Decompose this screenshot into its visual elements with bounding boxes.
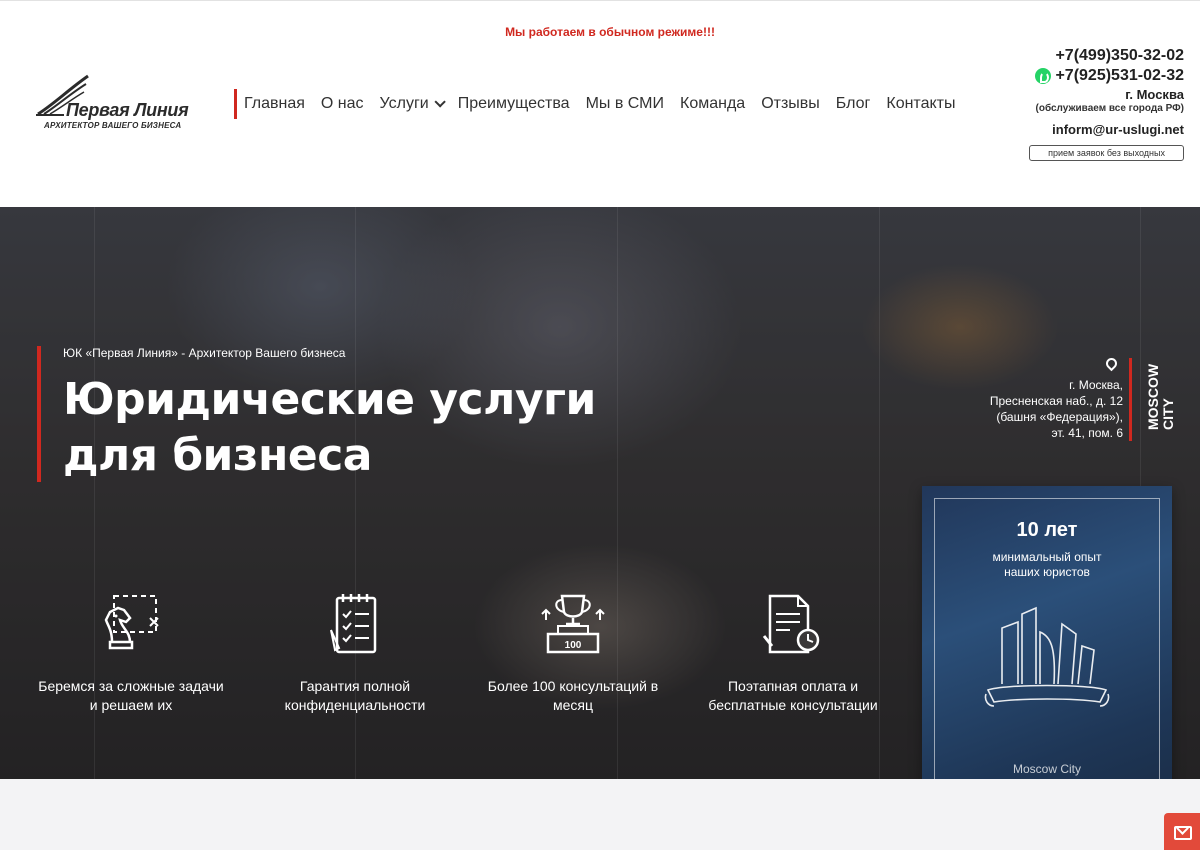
- feature-line-1: Более 100 консультаций в: [487, 678, 659, 694]
- header-contacts: +7(499)350-32-02 +7(925)531-02-32 г. Мос…: [964, 46, 1184, 161]
- feature-line-1: Гарантия полной: [299, 678, 411, 694]
- feature-payment: Поэтапная оплата и бесплатные консультац…: [683, 590, 903, 715]
- all-cities-note: (обслуживаем все города РФ): [1035, 103, 1185, 114]
- chess-knight-icon: [104, 595, 159, 650]
- feature-label: Гарантия полной конфиденциальности: [245, 677, 465, 715]
- moscow-city-skyline-icon: [984, 606, 1110, 707]
- nav-item-advantages[interactable]: Преимущества: [458, 95, 570, 113]
- phone-2: +7(925)531-02-32: [1055, 67, 1184, 84]
- address-line-2: Пресненская наб., д. 12: [989, 394, 1123, 408]
- hero-title-line-1: Юридические услуги: [63, 374, 596, 425]
- nav-item-home[interactable]: Главная: [244, 95, 305, 113]
- trophy-icon: 100: [541, 594, 605, 654]
- address-line-3: (башня «Федерация»),: [996, 410, 1123, 424]
- nav-item-about[interactable]: О нас: [321, 95, 364, 113]
- map-pin-icon: [1103, 355, 1120, 372]
- top-border: [0, 0, 1200, 4]
- bottom-section: [0, 779, 1200, 850]
- moscow-city-line-1: MOSCOW: [1145, 363, 1161, 430]
- nav-item-services-label: Услуги: [379, 95, 429, 112]
- hero-title: Юридические услуги для бизнеса: [63, 372, 596, 484]
- address-line-4: эт. 41, пом. 6: [1051, 426, 1123, 440]
- address-line-1: г. Москва,: [1069, 378, 1123, 392]
- nav-item-reviews[interactable]: Отзывы: [761, 95, 820, 113]
- feature-line-2: месяц: [552, 697, 593, 713]
- nav-item-blog[interactable]: Блог: [836, 95, 871, 113]
- feature-line-2: конфиденциальности: [284, 697, 426, 713]
- hero-title-line-2: для бизнеса: [63, 430, 372, 481]
- email-link[interactable]: inform@ur-uslugi.net: [964, 122, 1184, 137]
- feature-label: Поэтапная оплата и бесплатные консультац…: [683, 677, 903, 715]
- office-address: г. Москва, Пресненская наб., д. 12 (башн…: [972, 355, 1132, 441]
- checklist-icon: [330, 594, 377, 654]
- feature-label: Беремся за сложные задачи и решаем их: [21, 677, 241, 715]
- document-clock-icon: [762, 594, 820, 654]
- hero-kicker: ЮК «Первая Линия» - Архитектор Вашего би…: [63, 346, 346, 360]
- phone-1[interactable]: +7(499)350-32-02: [964, 46, 1184, 66]
- moscow-city-vertical: MOSCOW CITY: [1145, 348, 1176, 430]
- feature-confidentiality: Гарантия полной конфиденциальности: [245, 590, 465, 715]
- feature-label: Более 100 консультаций в месяц: [463, 677, 683, 715]
- whatsapp-icon[interactable]: [1035, 68, 1052, 84]
- nav-item-contacts[interactable]: Контакты: [886, 95, 955, 113]
- trophy-badge: 100: [565, 640, 582, 651]
- feature-line-2: бесплатные консультации: [708, 697, 878, 713]
- card-city: Moscow City: [1012, 762, 1081, 776]
- logo-subtitle: АРХИТЕКТОР ВАШЕГО БИЗНЕСА: [44, 121, 182, 130]
- nav-item-media[interactable]: Мы в СМИ: [586, 95, 664, 113]
- features-row: Беремся за сложные задачи и решаем их Га…: [0, 590, 900, 720]
- card-years: 10 лет: [1016, 519, 1078, 541]
- feature-line-1: Беремся за сложные задачи: [38, 678, 224, 694]
- work-notice: Мы работаем в обычном режиме!!!: [505, 25, 715, 39]
- nav-item-services[interactable]: Услуги: [379, 95, 446, 113]
- logo[interactable]: Первая Линия АРХИТЕКТОР ВАШЕГО БИЗНЕСА: [34, 74, 204, 134]
- chevron-down-icon: [434, 96, 446, 108]
- logo-title: Первая Линия: [66, 100, 189, 120]
- mail-button[interactable]: [1164, 813, 1200, 850]
- hero-heading-block: ЮК «Первая Линия» - Архитектор Вашего би…: [37, 346, 596, 482]
- card-description: минимальный опыт наших юристов: [922, 550, 1172, 580]
- hours-badge: прием заявок без выходных: [1029, 145, 1184, 161]
- phone-2-row[interactable]: +7(925)531-02-32: [964, 66, 1184, 86]
- card-desc-line-1: минимальный опыт: [992, 550, 1102, 564]
- moscow-city-line-2: CITY: [1160, 398, 1176, 430]
- card-desc-line-2: наших юристов: [1004, 565, 1090, 579]
- main-nav: Главная О нас Услуги Преимущества Мы в С…: [234, 89, 971, 119]
- nav-item-team[interactable]: Команда: [680, 95, 745, 113]
- feature-consultations: 100 Более 100 консультаций в месяц: [463, 590, 683, 715]
- feature-complex-tasks: Беремся за сложные задачи и решаем их: [21, 590, 241, 715]
- feature-line-2: и решаем их: [89, 697, 173, 713]
- city: г. Москва: [1125, 87, 1184, 102]
- feature-line-1: Поэтапная оплата и: [727, 678, 859, 694]
